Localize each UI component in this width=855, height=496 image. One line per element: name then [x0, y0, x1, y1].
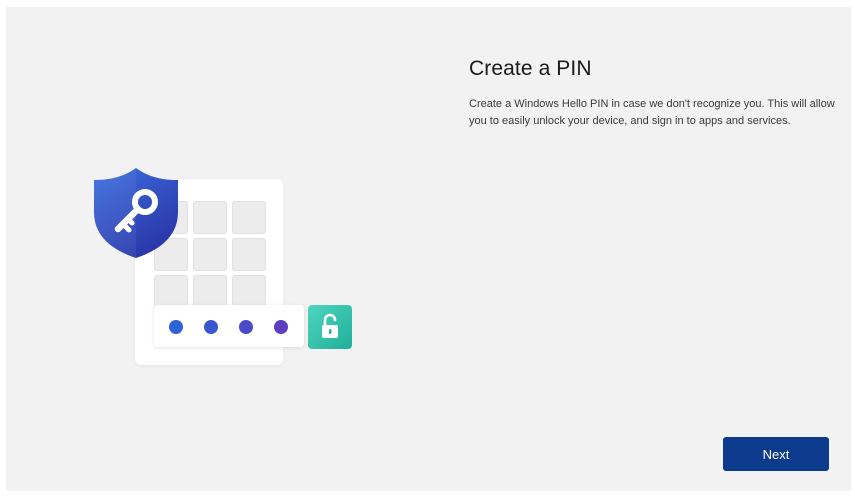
- keypad-key: [193, 201, 227, 234]
- pin-dot: [239, 320, 253, 334]
- setup-window: Create a PIN Create a Windows Hello PIN …: [6, 7, 851, 491]
- unlocked-padlock-icon: [308, 305, 352, 349]
- pin-dot: [169, 320, 183, 334]
- pin-illustration: [82, 159, 362, 374]
- page-description: Create a Windows Hello PIN in case we do…: [469, 98, 835, 127]
- keypad-key: [193, 238, 227, 271]
- pin-dot: [274, 320, 288, 334]
- shield-key-icon: [90, 164, 182, 260]
- keypad-key: [232, 275, 266, 308]
- next-button[interactable]: Next: [723, 437, 829, 471]
- pin-dot: [204, 320, 218, 334]
- page-title: Create a PIN: [469, 57, 592, 80]
- pin-entry-strip: [154, 305, 304, 347]
- keypad-key: [193, 275, 227, 308]
- keypad-key: [232, 238, 266, 271]
- keypad-key: [154, 275, 188, 308]
- keypad-key: [232, 201, 266, 234]
